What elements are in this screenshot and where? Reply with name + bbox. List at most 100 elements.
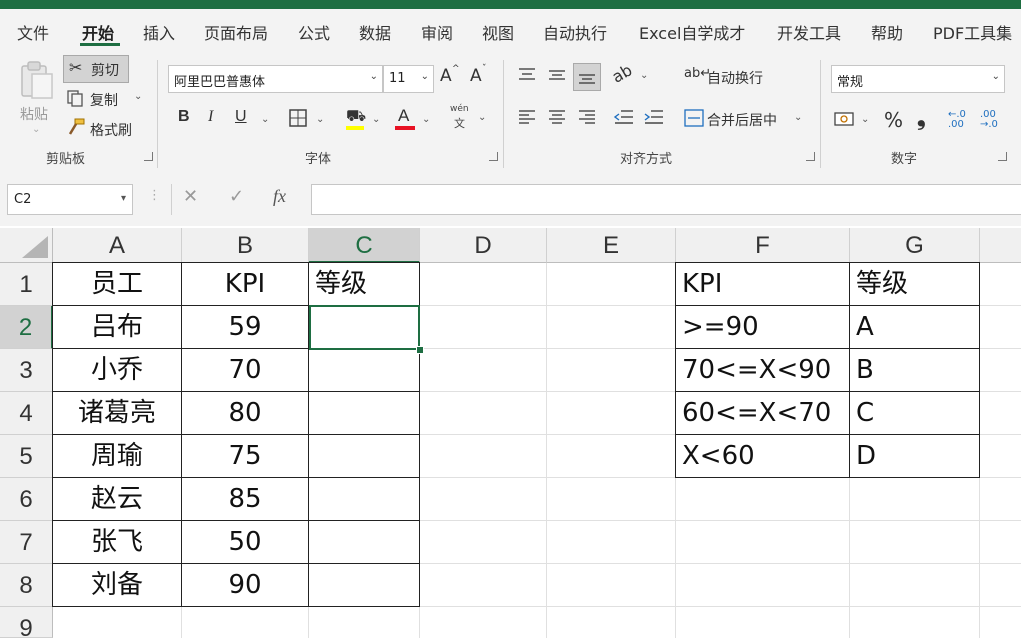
cell-g3[interactable]: B: [850, 349, 979, 391]
fill-handle[interactable]: [416, 346, 424, 354]
column-header-f[interactable]: F: [676, 228, 850, 263]
column-header-b[interactable]: B: [182, 228, 309, 263]
cell-c6[interactable]: [309, 478, 419, 520]
cell-f4[interactable]: 60<=X<70: [676, 392, 849, 434]
comma-style-button[interactable]: ❟: [917, 106, 926, 131]
font-name-select[interactable]: 阿里巴巴普惠体 ⌄: [168, 65, 383, 93]
row-header-7[interactable]: 7: [0, 521, 53, 564]
cell-c4[interactable]: [309, 392, 419, 434]
borders-button[interactable]: ⌄: [288, 108, 328, 132]
row-header-4[interactable]: 4: [0, 392, 53, 435]
wrap-text-button[interactable]: ab↵ 自动换行: [682, 64, 772, 90]
increase-indent-icon[interactable]: [643, 108, 665, 126]
cell-b7[interactable]: 50: [182, 521, 308, 563]
row-header-1[interactable]: 1: [0, 263, 53, 306]
cell-a7[interactable]: 张飞: [53, 521, 181, 563]
cell-c1[interactable]: 等级: [309, 263, 419, 305]
accounting-format-button[interactable]: ⌄: [834, 108, 874, 132]
paste-button[interactable]: 粘贴 ⌄: [14, 58, 58, 138]
cell-a3[interactable]: 小乔: [53, 349, 181, 391]
row-header-5[interactable]: 5: [0, 435, 53, 478]
tab-formulas[interactable]: 公式: [298, 20, 330, 44]
tab-view[interactable]: 视图: [482, 20, 514, 44]
cell-a4[interactable]: 诸葛亮: [53, 392, 181, 434]
column-header-h[interactable]: [980, 228, 1021, 263]
grow-font-button[interactable]: A ^: [438, 64, 462, 90]
column-header-g[interactable]: G: [850, 228, 980, 263]
shrink-font-button[interactable]: A ˇ: [468, 64, 492, 90]
tab-developer[interactable]: 开发工具: [777, 20, 841, 44]
merge-center-button[interactable]: 合并后居中 ⌄: [682, 106, 806, 132]
cell-a6[interactable]: 赵云: [53, 478, 181, 520]
copy-button[interactable]: 复制 ⌄: [64, 87, 144, 111]
cell-b4[interactable]: 80: [182, 392, 308, 434]
increase-decimal-button[interactable]: ←.0 .00: [948, 110, 974, 130]
name-box[interactable]: C2 ▾: [7, 184, 133, 215]
align-top-icon[interactable]: [517, 66, 537, 84]
cut-button[interactable]: ✂ 剪切: [63, 55, 129, 83]
tab-page-layout[interactable]: 页面布局: [204, 20, 268, 44]
alignment-launcher-icon[interactable]: [806, 152, 815, 161]
row-header-2[interactable]: 2: [0, 306, 53, 349]
cell-b5[interactable]: 75: [182, 435, 308, 477]
tab-data[interactable]: 数据: [359, 20, 391, 44]
tab-home[interactable]: 开始: [82, 20, 114, 44]
cell-a2[interactable]: 吕布: [53, 306, 181, 348]
cancel-icon[interactable]: ✕: [183, 186, 198, 207]
format-painter-button[interactable]: 格式刷: [64, 116, 144, 140]
phonetic-guide-button[interactable]: wén 文 ⌄: [448, 104, 490, 134]
tab-excel-self-study[interactable]: Excel自学成才: [639, 20, 745, 44]
cell-g2[interactable]: A: [850, 306, 979, 348]
clipboard-launcher-icon[interactable]: [144, 152, 153, 161]
tab-insert[interactable]: 插入: [143, 20, 175, 44]
cell-b2[interactable]: 59: [182, 306, 308, 348]
cell-c5[interactable]: [309, 435, 419, 477]
cell-c7[interactable]: [309, 521, 419, 563]
cell-b1[interactable]: KPI: [182, 263, 308, 305]
italic-button[interactable]: I: [208, 108, 213, 126]
font-color-button[interactable]: A ⌄: [394, 106, 434, 134]
decrease-indent-icon[interactable]: [613, 108, 635, 126]
cell-a1[interactable]: 员工: [53, 263, 181, 305]
percent-button[interactable]: %: [884, 108, 903, 132]
cell-b8[interactable]: 90: [182, 564, 308, 606]
cell-g5[interactable]: D: [850, 435, 979, 477]
insert-function-icon[interactable]: fx: [273, 186, 286, 207]
underline-dropdown-icon[interactable]: ⌄: [261, 114, 269, 125]
cell-f3[interactable]: 70<=X<90: [676, 349, 849, 391]
cell-a8[interactable]: 刘备: [53, 564, 181, 606]
cell-f1[interactable]: KPI: [676, 263, 849, 305]
align-center-icon[interactable]: [547, 108, 567, 126]
enter-icon[interactable]: ✓: [229, 186, 244, 207]
cell-f2[interactable]: >=90: [676, 306, 849, 348]
formula-input[interactable]: [311, 184, 1021, 215]
cell-b3[interactable]: 70: [182, 349, 308, 391]
cell-a5[interactable]: 周瑜: [53, 435, 181, 477]
underline-button[interactable]: U: [235, 108, 247, 126]
column-header-a[interactable]: A: [53, 228, 182, 263]
number-format-select[interactable]: 常规 ⌄: [831, 65, 1005, 93]
column-header-d[interactable]: D: [420, 228, 547, 263]
align-right-icon[interactable]: [577, 108, 597, 126]
row-header-3[interactable]: 3: [0, 349, 53, 392]
cell-c8[interactable]: [309, 564, 419, 606]
orientation-button[interactable]: ab ⌄: [609, 60, 654, 88]
cell-b6[interactable]: 85: [182, 478, 308, 520]
row-header-8[interactable]: 8: [0, 564, 53, 607]
font-launcher-icon[interactable]: [489, 152, 498, 161]
cell-c3[interactable]: [309, 349, 419, 391]
row-header-6[interactable]: 6: [0, 478, 53, 521]
tab-review[interactable]: 审阅: [421, 20, 453, 44]
align-middle-icon[interactable]: [547, 66, 567, 84]
number-launcher-icon[interactable]: [998, 152, 1007, 161]
tab-automate[interactable]: 自动执行: [543, 20, 607, 44]
align-left-icon[interactable]: [517, 108, 537, 126]
cell-g4[interactable]: C: [850, 392, 979, 434]
fill-color-button[interactable]: ⛟ ⌄: [344, 106, 384, 134]
font-size-select[interactable]: 11 ⌄: [383, 65, 434, 93]
column-header-e[interactable]: E: [547, 228, 676, 263]
tab-help[interactable]: 帮助: [871, 20, 903, 44]
row-header-9[interactable]: 9: [0, 607, 53, 638]
tab-file[interactable]: 文件: [17, 20, 49, 44]
decrease-decimal-button[interactable]: .00 →.0: [980, 110, 1006, 130]
